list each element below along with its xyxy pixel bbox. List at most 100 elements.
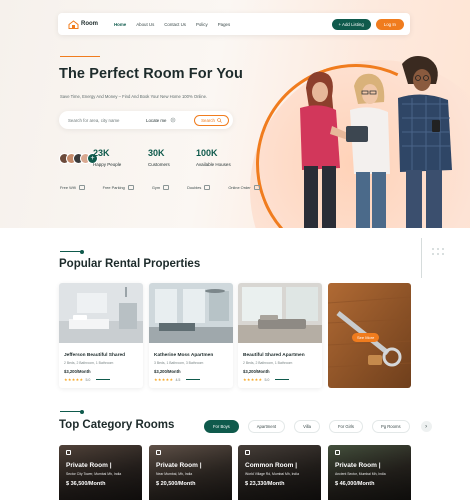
- cart-icon: [253, 185, 260, 190]
- decorative-divider: [421, 238, 422, 278]
- hero-people-image: [300, 56, 452, 228]
- room-location: Near Mumbai, Mh, India: [156, 472, 193, 476]
- stat-label: Customers: [148, 162, 170, 167]
- rating-bar: [96, 379, 111, 380]
- tab-for-girls[interactable]: For Girls: [328, 420, 363, 433]
- nav-link-policy[interactable]: Policy: [196, 22, 208, 27]
- room-price: $ 46,000/Month: [335, 481, 375, 487]
- property-name: Beautiful Shared Apartmen: [243, 353, 305, 358]
- parking-icon: [127, 185, 134, 190]
- room-price: $ 23,330/Month: [245, 481, 285, 487]
- decorative-dot: [442, 248, 444, 250]
- brand-logo[interactable]: Room: [68, 19, 108, 29]
- property-meta: 3 Beds, 1 Bathroom, 3 Bathroom: [154, 361, 204, 365]
- tab-apartment[interactable]: Apartment: [247, 420, 286, 433]
- room-type: Common Room |: [245, 462, 298, 469]
- star-rating-icon: ★★★★★: [64, 377, 84, 382]
- property-price: $3,200/Month: [64, 369, 91, 374]
- search-button[interactable]: Search: [194, 114, 229, 126]
- decorative-dot: [437, 253, 439, 255]
- decorative-dot: [432, 253, 434, 255]
- rating-value: 5.0: [85, 377, 91, 382]
- bed-icon: [245, 450, 250, 455]
- property-rating: ★★★★★ 4.5: [154, 377, 233, 382]
- property-name: Katherine Moss Apartmen: [154, 353, 214, 358]
- stat-label: Available Houses: [196, 162, 231, 167]
- bed-icon: [156, 450, 161, 455]
- top-navbar: Room Home About Us Contact Us Policy Pag…: [58, 13, 410, 35]
- property-card[interactable]: Jefferson Beautiful Shared 2 Beds, 2 Bat…: [59, 283, 143, 388]
- search-input[interactable]: Search for area, city name: [68, 118, 146, 123]
- add-listing-button[interactable]: + Add Listing: [331, 18, 371, 30]
- search-icon: [217, 117, 222, 123]
- hero-search-bar: Search for area, city name Locate me Sea…: [59, 111, 233, 129]
- decorative-dot: [432, 248, 434, 250]
- property-price: $3,200/Month: [154, 369, 181, 374]
- property-name: Jefferson Beautiful Shared: [64, 353, 126, 358]
- stat-value: 30K: [148, 148, 165, 158]
- nav-links: Home About Us Contact Us Policy Pages: [114, 22, 230, 27]
- property-image: [238, 283, 322, 343]
- nav-link-pages[interactable]: Pages: [218, 22, 230, 27]
- promo-card[interactable]: See More: [328, 283, 411, 388]
- section-accent-line: [60, 409, 84, 414]
- property-rating: ★★★★★ 5.0: [64, 377, 143, 382]
- stat-label: Happy People: [93, 162, 122, 167]
- stat-customers: 30K Customers: [148, 148, 170, 167]
- amenity-label: Online Order: [228, 185, 251, 190]
- login-button[interactable]: Log In: [375, 18, 404, 30]
- amenity-list: Free Wifi Free Parking Gym Doubles Onlin…: [60, 185, 260, 190]
- search-button-label: Search: [201, 117, 215, 123]
- room-location: World Village Rd, Mumbai Mh, India: [245, 472, 299, 476]
- chevron-right-icon[interactable]: ›: [420, 421, 432, 432]
- nav-link-about[interactable]: About Us: [136, 22, 154, 27]
- room-type: Private Room |: [335, 462, 381, 469]
- amenity-gym: Gym: [152, 185, 170, 190]
- room-card[interactable]: Private Room | Ancient Sector, Mumbai Mh…: [328, 445, 411, 500]
- amenity-doubles: Doubles: [187, 185, 211, 190]
- tab-villa[interactable]: Villa: [294, 420, 320, 433]
- locate-me-button[interactable]: Locate me: [146, 117, 176, 123]
- amenity-label: Free Wifi: [60, 185, 76, 190]
- room-location: Sector City Tower, Mumbai Mh, India: [66, 472, 122, 476]
- hero-accent-line: [60, 56, 100, 57]
- popular-section-title: Popular Rental Properties: [59, 258, 201, 270]
- nav-actions: + Add Listing Log In: [331, 18, 404, 30]
- property-price: $3,200/Month: [243, 369, 270, 374]
- room-type: Private Room |: [66, 462, 112, 469]
- house-logo-icon: [68, 19, 79, 29]
- amenity-parking: Free Parking: [103, 185, 134, 190]
- decorative-dot: [442, 253, 444, 255]
- hero-subtitle: Save Time, Energy And Money – Find And B…: [60, 94, 208, 99]
- bed-icon: [335, 450, 340, 455]
- see-more-button[interactable]: See More: [352, 333, 380, 342]
- property-image: [59, 283, 143, 343]
- rating-bar: [275, 379, 290, 380]
- tab-for-boys[interactable]: For Boys: [204, 420, 239, 433]
- amenity-online-order: Online Order: [228, 185, 260, 190]
- star-rating-icon: ★★★★★: [243, 377, 263, 382]
- property-card[interactable]: Beautiful Shared Apartmen 2 Beds, 2 Bath…: [238, 283, 322, 388]
- amenity-label: Free Parking: [102, 185, 125, 190]
- room-card[interactable]: Common Room | World Village Rd, Mumbai M…: [238, 445, 321, 500]
- stat-happy-people: 23K Happy People: [93, 148, 121, 167]
- hero-title: The Perfect Room For You: [59, 66, 243, 82]
- amenity-wifi: Free Wifi: [60, 185, 85, 190]
- nav-link-contact[interactable]: Contact Us: [164, 22, 186, 27]
- tab-pg-rooms[interactable]: Pg Rooms: [372, 420, 410, 433]
- property-meta: 2 Beds, 2 Bathroom, 1 Bathroom: [243, 361, 293, 365]
- nav-link-home[interactable]: Home: [114, 22, 126, 27]
- bed-icon: [204, 185, 211, 190]
- property-rating: ★★★★★ 5.0: [243, 377, 322, 382]
- stat-available-houses: 100K Available Houses: [196, 148, 231, 167]
- property-meta: 2 Beds, 2 Bathroom, 1 Bathroom: [64, 361, 114, 365]
- room-card[interactable]: Private Room | Sector City Tower, Mumbai…: [59, 445, 142, 500]
- property-card[interactable]: Katherine Moss Apartmen 3 Beds, 1 Bathro…: [149, 283, 233, 388]
- decorative-dot: [437, 248, 439, 250]
- amenity-label: Doubles: [187, 185, 202, 190]
- room-location: Ancient Sector, Mumbai Mh, India: [335, 472, 386, 476]
- room-card[interactable]: Private Room | Near Mumbai, Mh, India $ …: [149, 445, 232, 500]
- room-price: $ 20,500/Month: [156, 481, 196, 487]
- stat-value: 23K: [93, 148, 110, 158]
- brand-name: Room: [81, 21, 98, 27]
